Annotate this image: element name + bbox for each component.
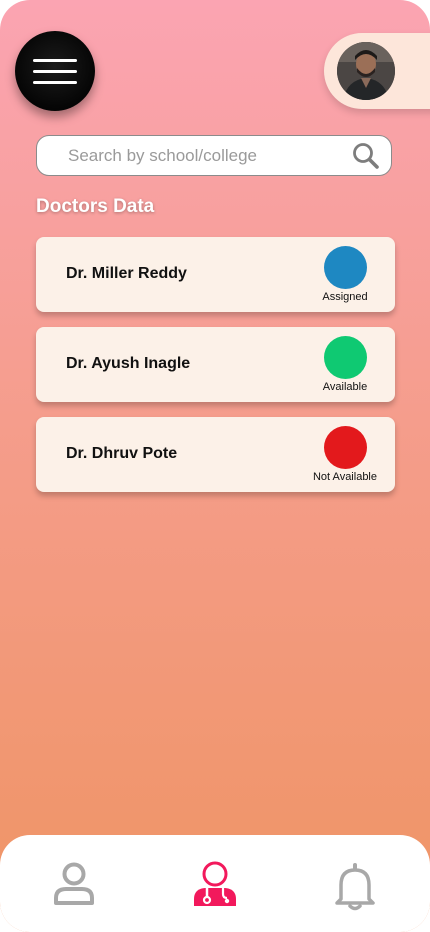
- bell-icon: [335, 863, 375, 911]
- menu-button[interactable]: [15, 31, 95, 111]
- status-dot: [323, 336, 367, 379]
- search-icon[interactable]: [351, 141, 381, 171]
- hamburger-icon-line: [33, 69, 77, 73]
- status-dot: [323, 426, 367, 469]
- doctor-name: Dr. Miller Reddy: [66, 265, 187, 282]
- status-indicator: Available: [307, 336, 383, 393]
- nav-doctors[interactable]: [191, 861, 239, 911]
- profile-pill[interactable]: [324, 33, 430, 109]
- user-icon: [54, 862, 94, 905]
- status-label: Available: [322, 381, 368, 393]
- app-screen: Doctors Data Dr. Miller Reddy Assigned D…: [0, 0, 430, 932]
- status-indicator: Assigned: [307, 246, 383, 303]
- nav-profile[interactable]: [50, 861, 98, 911]
- doctor-icon: [194, 861, 236, 906]
- avatar[interactable]: [337, 42, 395, 100]
- status-label: Not Available: [312, 471, 377, 483]
- hamburger-icon-line: [33, 80, 77, 84]
- doctor-card[interactable]: Dr. Dhruv Pote Not Available: [36, 417, 395, 492]
- search-bar[interactable]: [36, 135, 392, 176]
- status-indicator: Not Available: [307, 426, 383, 483]
- bottom-nav: [0, 835, 430, 932]
- section-title: Doctors Data: [36, 196, 155, 217]
- doctor-name: Dr. Ayush Inagle: [66, 355, 191, 372]
- status-label: Assigned: [322, 291, 368, 303]
- hamburger-icon: [33, 58, 77, 62]
- status-dot: [323, 246, 367, 289]
- doctor-name: Dr. Dhruv Pote: [66, 445, 178, 462]
- user-photo-icon: [337, 42, 395, 100]
- doctor-card[interactable]: Dr. Ayush Inagle Available: [36, 327, 395, 402]
- search-input[interactable]: [66, 144, 351, 167]
- doctor-card[interactable]: Dr. Miller Reddy Assigned: [36, 237, 395, 312]
- nav-notifications[interactable]: [331, 861, 379, 911]
